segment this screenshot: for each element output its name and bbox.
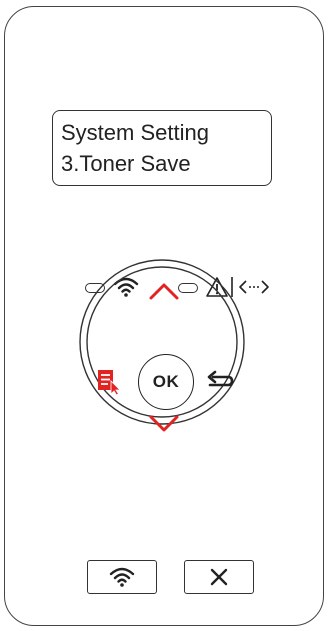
ok-label: OK	[152, 372, 180, 391]
wifi-button[interactable]	[87, 560, 157, 594]
down-button[interactable]	[147, 413, 181, 435]
lcd-line-2: 3.Toner Save	[61, 151, 191, 176]
back-icon	[207, 370, 234, 387]
cancel-button[interactable]	[184, 560, 254, 594]
chevron-down-icon	[149, 415, 179, 432]
wifi-icon	[109, 567, 135, 587]
lcd-display: System Setting 3.Toner Save	[52, 110, 272, 186]
back-button[interactable]	[206, 370, 234, 392]
ok-button[interactable]: OK	[138, 354, 194, 410]
up-button[interactable]	[147, 280, 181, 302]
menu-button[interactable]	[96, 368, 124, 396]
lcd-line-1: System Setting	[61, 120, 209, 145]
chevron-up-icon	[149, 283, 179, 300]
menu-icon	[98, 370, 121, 396]
close-icon	[210, 568, 228, 586]
